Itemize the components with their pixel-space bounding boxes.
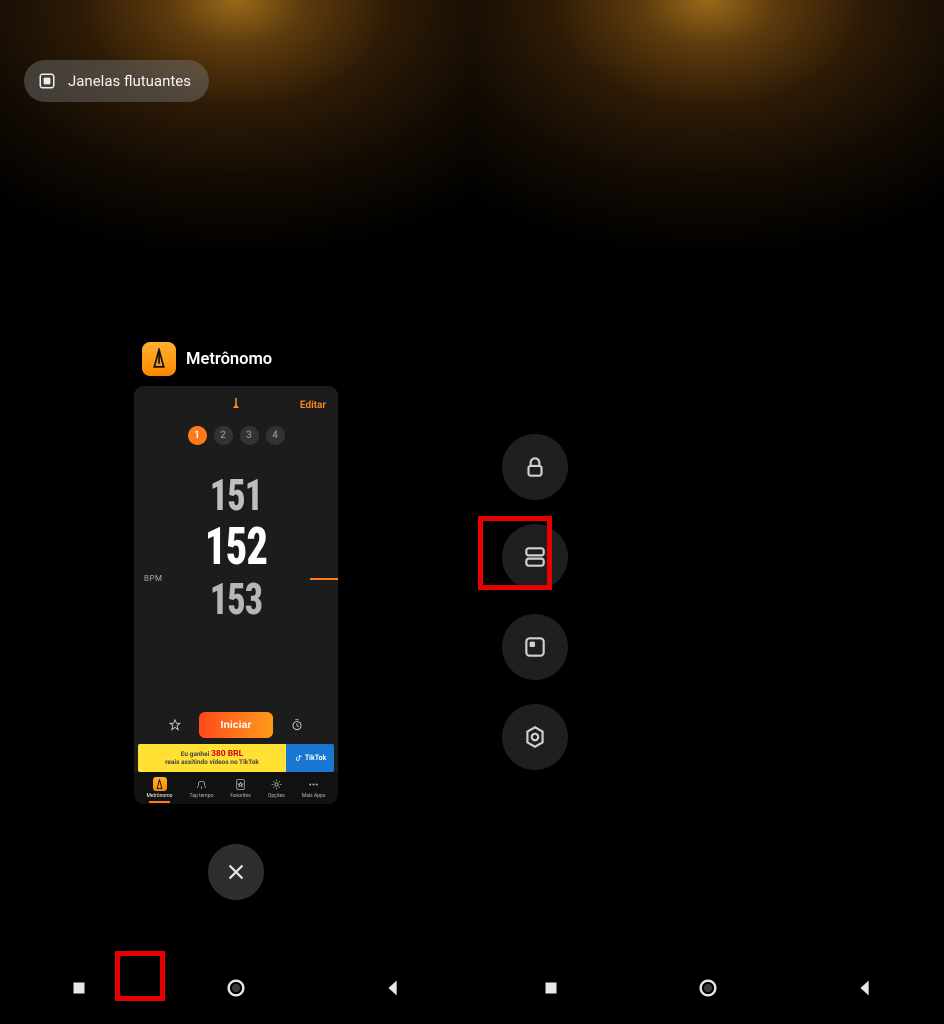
- ad-brand: TikTok: [286, 744, 334, 772]
- settings-action[interactable]: [502, 704, 568, 770]
- clear-all-button[interactable]: [208, 844, 264, 900]
- bpm-picker[interactable]: 151 152 153: [134, 469, 338, 625]
- nav-recents-button[interactable]: [65, 974, 93, 1002]
- ad-text: Eu ganhei 380 BRL reais assitindo vídeos…: [138, 744, 286, 772]
- action-row: Iniciar: [134, 712, 338, 738]
- nav-mais-apps[interactable]: Mais Apps: [302, 777, 326, 799]
- lock-action[interactable]: [502, 434, 568, 500]
- system-nav-left: [0, 952, 472, 1024]
- floating-windows-pill[interactable]: Janelas flutuantes: [24, 60, 209, 102]
- nav-recents-button[interactable]: [537, 974, 565, 1002]
- nav-opcoes[interactable]: Opções: [268, 777, 285, 799]
- ad-banner[interactable]: Eu ganhei 380 BRL reais assitindo vídeos…: [138, 744, 334, 772]
- system-nav-right: [472, 952, 944, 1024]
- favorite-icon[interactable]: [168, 718, 183, 733]
- beat-2[interactable]: 2: [214, 426, 233, 445]
- screen-right: Editar 1 2 3 4 BPM 151 152 153 Iniciar M…: [472, 0, 944, 1024]
- screen-left: Janelas flutuantes Metrônomo Editar 1 2 …: [0, 0, 472, 1024]
- highlight-recents: [115, 951, 165, 1001]
- nav-favoritos[interactable]: Favoritos: [230, 777, 251, 799]
- floating-window-action[interactable]: [502, 614, 568, 680]
- beat-1[interactable]: 1: [188, 426, 207, 445]
- card-header: Metrônomo: [142, 342, 272, 376]
- nav-back-button[interactable]: [851, 974, 879, 1002]
- beat-4[interactable]: 4: [266, 426, 285, 445]
- nav-tap-tempo[interactable]: Tap tempo: [190, 777, 214, 799]
- highlight-split-screen: [478, 516, 552, 590]
- bpm-prev: 151: [152, 469, 319, 521]
- beat-3[interactable]: 3: [240, 426, 259, 445]
- nav-home-button[interactable]: [222, 974, 250, 1002]
- nav-metronomo[interactable]: Metrônomo: [147, 777, 173, 799]
- floating-window-icon: [36, 70, 58, 92]
- edit-button[interactable]: Editar: [300, 400, 326, 411]
- nav-home-button[interactable]: [694, 974, 722, 1002]
- metronome-app-icon: [142, 342, 176, 376]
- bpm-current: 152: [152, 521, 319, 573]
- app-bottom-nav: Metrônomo Tap tempo Favoritos Opções Mai…: [134, 772, 338, 804]
- bpm-next: 153: [152, 573, 319, 625]
- start-button[interactable]: Iniciar: [199, 712, 274, 738]
- app-title: Metrônomo: [186, 350, 272, 369]
- floating-windows-label: Janelas flutuantes: [68, 72, 191, 90]
- beat-indicators: 1 2 3 4: [134, 426, 338, 445]
- nav-back-button[interactable]: [379, 974, 407, 1002]
- app-card-left[interactable]: Editar 1 2 3 4 BPM 151 152 153 Iniciar E…: [134, 386, 338, 804]
- card-action-stack: [502, 434, 568, 770]
- timer-icon[interactable]: [289, 718, 304, 733]
